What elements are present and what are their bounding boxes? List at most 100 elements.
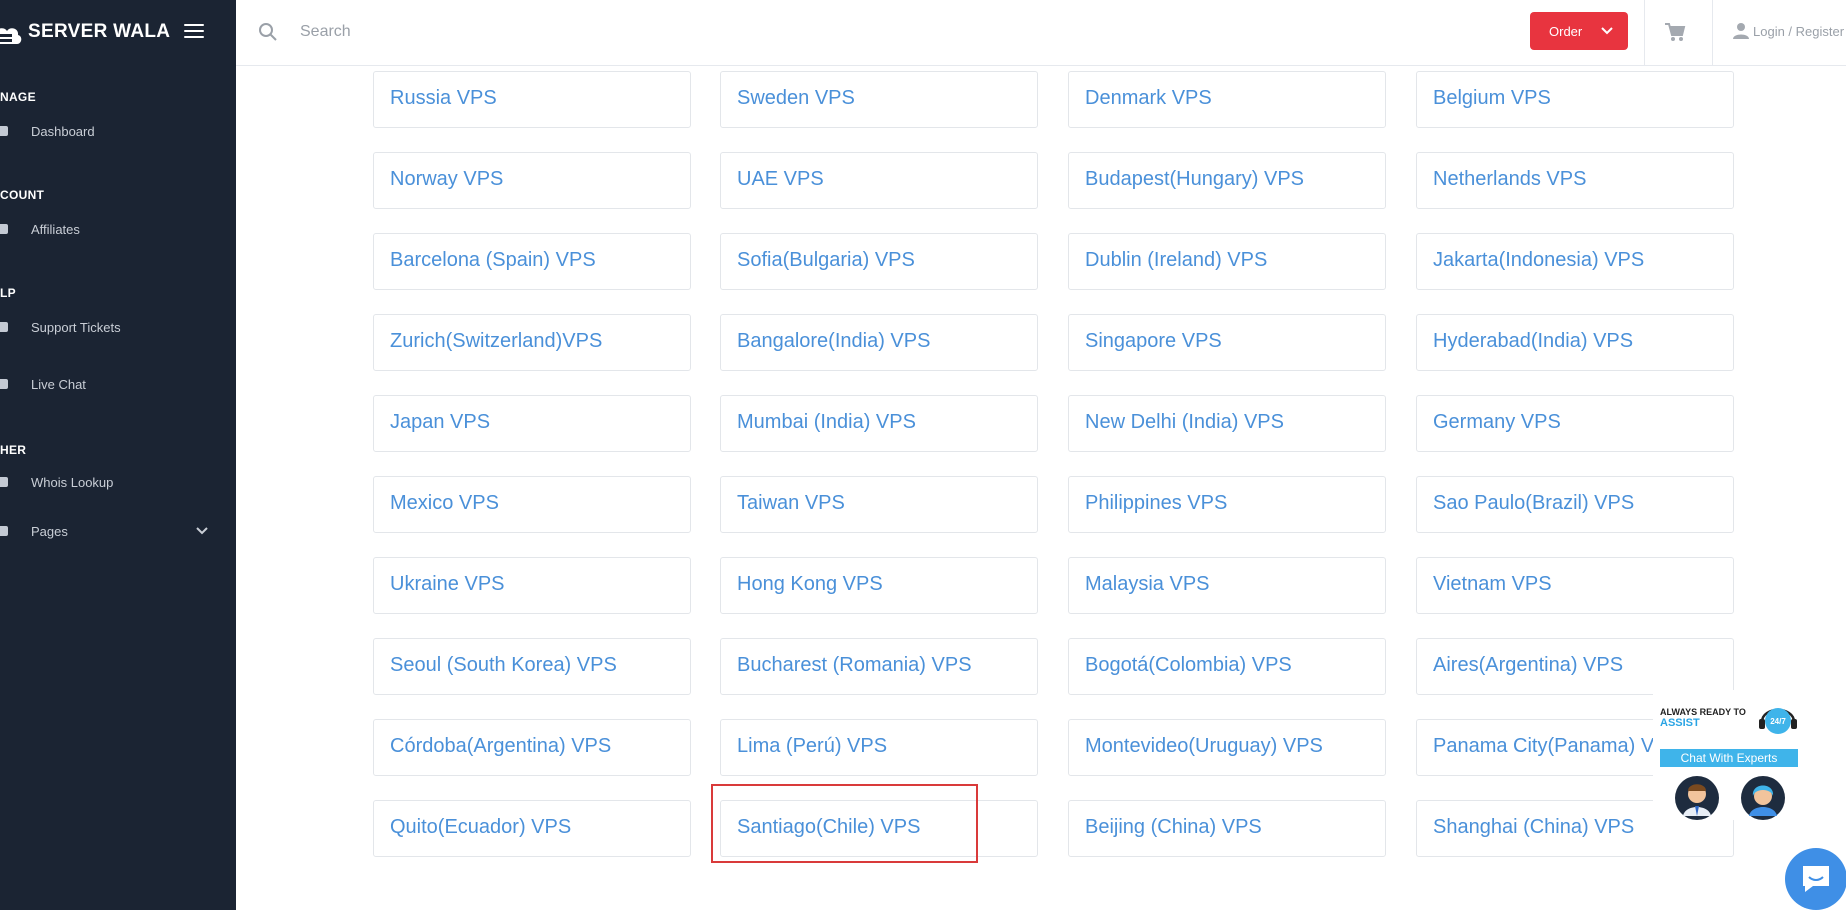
vps-location-label: New Delhi (India) VPS bbox=[1085, 411, 1284, 433]
vps-location-link[interactable]: Philippines VPS bbox=[1068, 476, 1386, 533]
chevron-down-icon bbox=[196, 527, 208, 535]
sidebar-item-affiliates[interactable]: Affiliates bbox=[0, 214, 236, 244]
vps-location-link[interactable]: Hong Kong VPS bbox=[720, 557, 1038, 614]
agent-avatar-male-icon bbox=[1675, 776, 1719, 820]
chat-with-experts-button[interactable]: Chat With Experts bbox=[1660, 749, 1798, 767]
vps-location-link[interactable]: Quito(Ecuador) VPS bbox=[373, 800, 691, 857]
vps-location-label: Sao Paulo(Brazil) VPS bbox=[1433, 492, 1635, 514]
vps-location-link[interactable]: Mumbai (India) VPS bbox=[720, 395, 1038, 452]
sidebar-item-whois-lookup[interactable]: Whois Lookup bbox=[0, 467, 236, 497]
headset-24-7-icon: 24/7 bbox=[1759, 708, 1797, 734]
sidebar-item-support-tickets[interactable]: Support Tickets bbox=[0, 312, 236, 342]
vps-location-link[interactable]: Hyderabad(India) VPS bbox=[1416, 314, 1734, 371]
vps-location-label: Netherlands VPS bbox=[1433, 168, 1587, 190]
vps-location-link[interactable]: Barcelona (Spain) VPS bbox=[373, 233, 691, 290]
vps-location-link[interactable]: Vietnam VPS bbox=[1416, 557, 1734, 614]
sidebar-section-title: NAGE bbox=[0, 90, 36, 104]
vps-location-label: Bogotá(Colombia) VPS bbox=[1085, 654, 1292, 676]
assist-line1: ALWAYS READY TO bbox=[1660, 707, 1746, 717]
vps-location-label: Barcelona (Spain) VPS bbox=[390, 249, 596, 271]
vps-location-link[interactable]: Ukraine VPS bbox=[373, 557, 691, 614]
vps-location-link[interactable]: Singapore VPS bbox=[1068, 314, 1386, 371]
sidebar-section-title: LP bbox=[0, 286, 16, 300]
sidebar-item-label: Pages bbox=[31, 523, 68, 539]
sidebar-item-label: Whois Lookup bbox=[31, 474, 114, 490]
vps-location-label: Philippines VPS bbox=[1085, 492, 1228, 514]
vps-location-label: Mexico VPS bbox=[390, 492, 499, 514]
user-plus-icon bbox=[0, 224, 8, 234]
login-icon bbox=[0, 526, 8, 536]
chat-widget[interactable]: ALWAYS READY TO ASSIST 24/7 Chat With Ex… bbox=[1653, 690, 1799, 820]
vps-location-link[interactable]: Budapest(Hungary) VPS bbox=[1068, 152, 1386, 209]
vps-location-link[interactable]: Montevideo(Uruguay) VPS bbox=[1068, 719, 1386, 776]
divider bbox=[1712, 0, 1713, 66]
sidebar-item-label: Support Tickets bbox=[31, 319, 121, 335]
vps-location-link[interactable]: Aires(Argentina) VPS bbox=[1416, 638, 1734, 695]
vps-location-link[interactable]: New Delhi (India) VPS bbox=[1068, 395, 1386, 452]
vps-location-label: Sofia(Bulgaria) VPS bbox=[737, 249, 915, 271]
vps-location-link[interactable]: Seoul (South Korea) VPS bbox=[373, 638, 691, 695]
vps-location-label: Belgium VPS bbox=[1433, 87, 1551, 109]
vps-location-link[interactable]: Norway VPS bbox=[373, 152, 691, 209]
agent-avatar-female-icon bbox=[1741, 776, 1785, 820]
cart-icon[interactable] bbox=[1664, 21, 1686, 43]
sidebar-item-dashboard[interactable]: Dashboard bbox=[0, 116, 236, 146]
vps-location-link[interactable]: Mexico VPS bbox=[373, 476, 691, 533]
vps-location-label: Bucharest (Romania) VPS bbox=[737, 654, 972, 676]
vps-location-link[interactable]: Taiwan VPS bbox=[720, 476, 1038, 533]
order-button[interactable]: Order bbox=[1530, 12, 1628, 50]
badge-text: 24/7 bbox=[1770, 717, 1786, 726]
login-icon bbox=[0, 477, 8, 487]
vps-location-label: Germany VPS bbox=[1433, 411, 1561, 433]
vps-location-link[interactable]: Jakarta(Indonesia) VPS bbox=[1416, 233, 1734, 290]
vps-location-link[interactable]: Sweden VPS bbox=[720, 71, 1038, 128]
search-icon bbox=[259, 23, 277, 41]
vps-location-link[interactable]: Sofia(Bulgaria) VPS bbox=[720, 233, 1038, 290]
vps-location-link[interactable]: Bogotá(Colombia) VPS bbox=[1068, 638, 1386, 695]
vps-location-label: Dublin (Ireland) VPS bbox=[1085, 249, 1268, 271]
login-label: Login / Register bbox=[1753, 23, 1845, 39]
login-register-link[interactable]: Login / Register bbox=[1732, 22, 1844, 40]
vps-location-link[interactable]: Lima (Perú) VPS bbox=[720, 719, 1038, 776]
vps-location-label: Santiago(Chile) VPS bbox=[737, 816, 921, 838]
vps-location-link[interactable]: Zurich(Switzerland)VPS bbox=[373, 314, 691, 371]
ticket-icon bbox=[0, 322, 8, 332]
vps-location-label: Mumbai (India) VPS bbox=[737, 411, 916, 433]
vps-location-label: Norway VPS bbox=[390, 168, 504, 190]
vps-location-link[interactable]: Dublin (Ireland) VPS bbox=[1068, 233, 1386, 290]
sidebar: SERVER WALA NAGE Dashboard COUNT Affiliates… bbox=[0, 0, 236, 910]
vps-location-link[interactable]: Bangalore(India) VPS bbox=[720, 314, 1038, 371]
vps-location-link[interactable]: UAE VPS bbox=[720, 152, 1038, 209]
chat-bubble-icon bbox=[1803, 866, 1829, 892]
vps-location-link[interactable]: Russia VPS bbox=[373, 71, 691, 128]
vps-location-link[interactable]: Sao Paulo(Brazil) VPS bbox=[1416, 476, 1734, 533]
vps-location-link[interactable]: Germany VPS bbox=[1416, 395, 1734, 452]
vps-location-label: Japan VPS bbox=[390, 411, 491, 433]
vps-location-label: Montevideo(Uruguay) VPS bbox=[1085, 735, 1323, 757]
vps-location-label: Aires(Argentina) VPS bbox=[1433, 654, 1624, 676]
vps-location-link[interactable]: Santiago(Chile) VPS bbox=[720, 800, 1038, 857]
vps-location-link[interactable]: Belgium VPS bbox=[1416, 71, 1734, 128]
vps-location-link[interactable]: Malaysia VPS bbox=[1068, 557, 1386, 614]
vps-location-link[interactable]: Netherlands VPS bbox=[1416, 152, 1734, 209]
vps-location-label: Córdoba(Argentina) VPS bbox=[390, 735, 612, 757]
order-label: Order bbox=[1549, 23, 1583, 39]
search-input[interactable] bbox=[300, 17, 900, 47]
vps-location-label: Ukraine VPS bbox=[390, 573, 505, 595]
vps-location-label: Beijing (China) VPS bbox=[1085, 816, 1262, 838]
vps-location-link[interactable]: Japan VPS bbox=[373, 395, 691, 452]
vps-location-label: Hong Kong VPS bbox=[737, 573, 883, 595]
vps-location-label: Panama City(Panama) VPS bbox=[1433, 735, 1681, 757]
vps-location-link[interactable]: Bucharest (Romania) VPS bbox=[720, 638, 1038, 695]
sidebar-item-pages[interactable]: Pages bbox=[0, 516, 236, 546]
cloud-logo-icon bbox=[0, 28, 22, 44]
menu-toggle-icon[interactable] bbox=[184, 24, 204, 40]
vps-location-link[interactable]: Beijing (China) VPS bbox=[1068, 800, 1386, 857]
chevron-down-icon bbox=[1601, 27, 1613, 35]
vps-location-link[interactable]: Denmark VPS bbox=[1068, 71, 1386, 128]
vps-location-label: Seoul (South Korea) VPS bbox=[390, 654, 617, 676]
sidebar-item-label: Live Chat bbox=[31, 376, 86, 392]
vps-location-link[interactable]: Córdoba(Argentina) VPS bbox=[373, 719, 691, 776]
live-chat-launcher[interactable] bbox=[1785, 848, 1846, 910]
sidebar-item-live-chat[interactable]: Live Chat bbox=[0, 369, 236, 399]
